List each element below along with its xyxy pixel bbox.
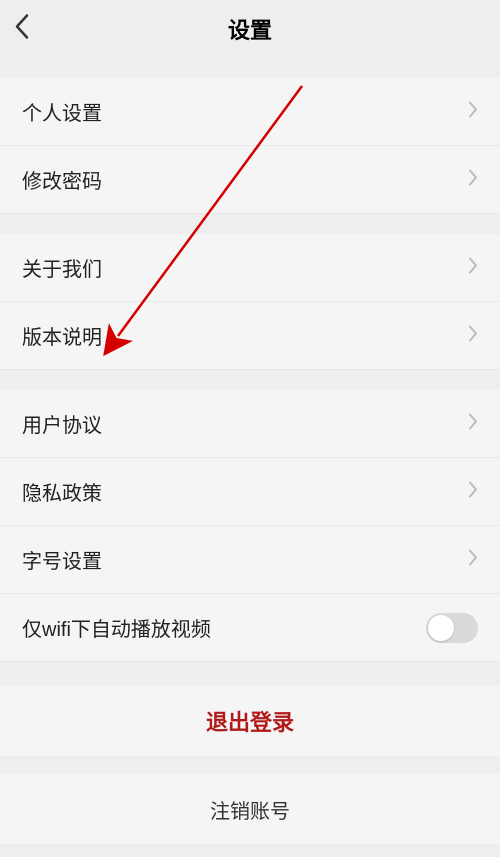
chevron-right-icon [468,480,478,503]
chevron-right-icon [468,548,478,571]
row-label: 修改密码 [22,165,102,194]
row-label: 隐私政策 [22,477,102,506]
header: 设置 [0,0,500,58]
row-wifi-autoplay: 仅wifi下自动播放视频 [0,594,500,662]
row-user-agreement[interactable]: 用户协议 [0,390,500,458]
row-change-password[interactable]: 修改密码 [0,146,500,214]
chevron-left-icon [14,14,30,40]
row-label: 关于我们 [22,253,102,282]
row-about-us[interactable]: 关于我们 [0,234,500,302]
chevron-right-icon [468,100,478,123]
delete-account-button[interactable]: 注销账号 [0,774,500,844]
toggle-knob [428,615,454,641]
wifi-autoplay-toggle[interactable] [426,613,478,643]
row-label: 个人设置 [22,97,102,126]
chevron-right-icon [468,168,478,191]
chevron-right-icon [468,324,478,347]
row-label: 字号设置 [22,545,102,574]
delete-account-label: 注销账号 [210,795,290,824]
row-font-size[interactable]: 字号设置 [0,526,500,594]
logout-label: 退出登录 [206,705,294,737]
row-label: 仅wifi下自动播放视频 [22,613,211,642]
section-gap [0,370,500,390]
row-personal-settings[interactable]: 个人设置 [0,78,500,146]
row-version-info[interactable]: 版本说明 [0,302,500,370]
page-title: 设置 [0,13,500,45]
row-label: 用户协议 [22,409,102,438]
section-gap [0,214,500,234]
row-label: 版本说明 [22,321,102,350]
logout-button[interactable]: 退出登录 [0,686,500,756]
row-privacy-policy[interactable]: 隐私政策 [0,458,500,526]
chevron-right-icon [468,256,478,279]
chevron-right-icon [468,412,478,435]
back-button[interactable] [14,14,30,45]
section-gap [0,58,500,78]
